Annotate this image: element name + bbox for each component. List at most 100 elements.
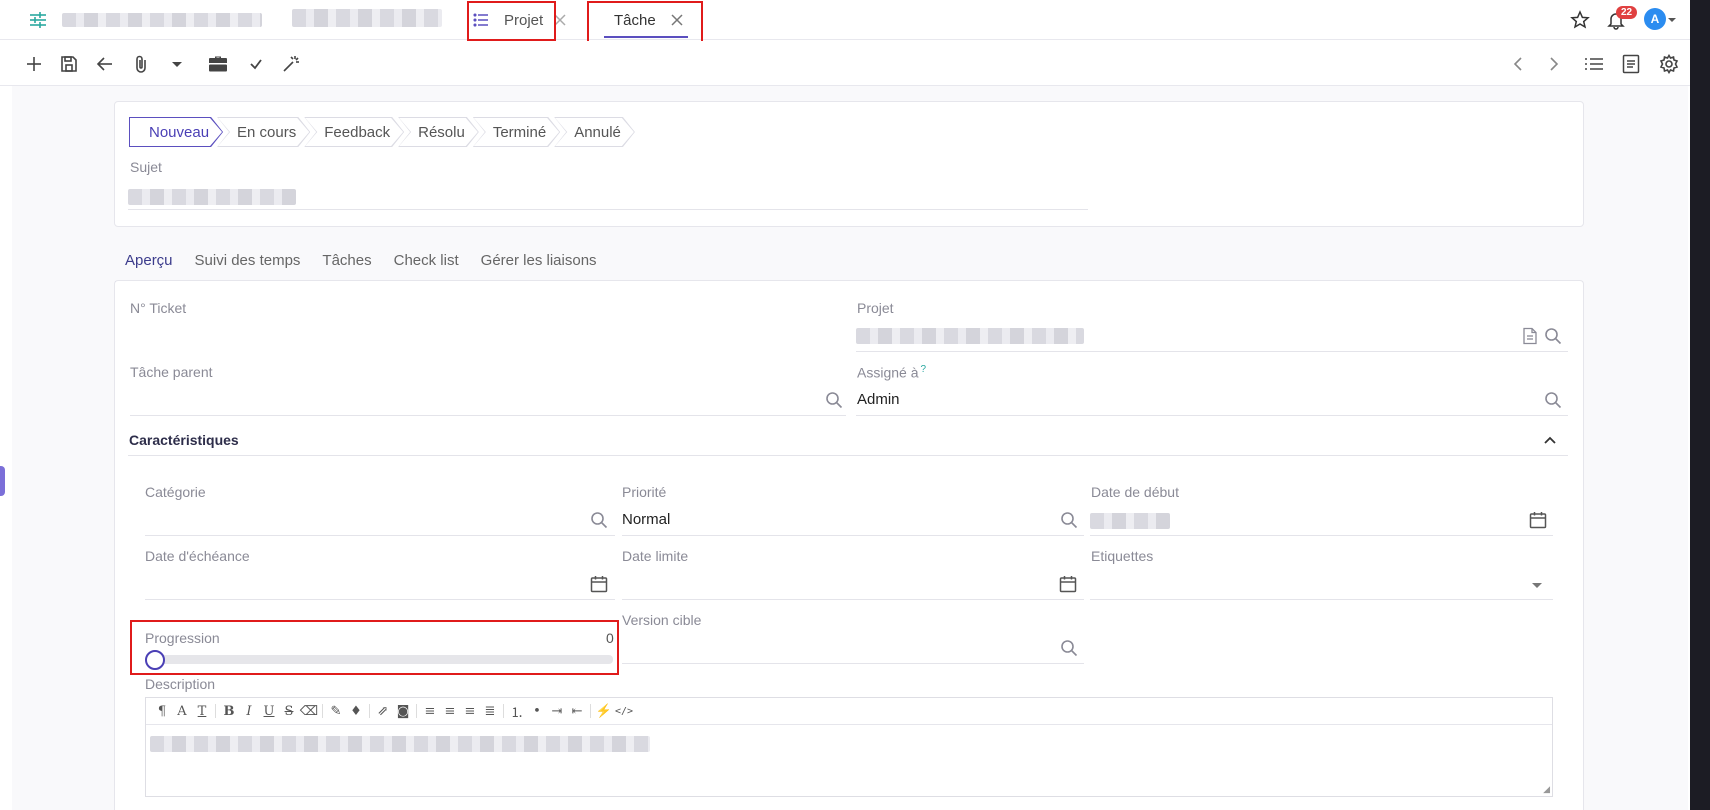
calendar-icon[interactable]	[590, 575, 608, 593]
close-icon[interactable]	[670, 13, 684, 27]
priority-value[interactable]: Normal	[622, 511, 670, 528]
indent-icon[interactable]: ⇥	[547, 704, 567, 719]
chevron-left-icon[interactable]	[1507, 53, 1529, 75]
brush-icon[interactable]: ✎	[326, 704, 346, 719]
arrow-left-icon[interactable]	[94, 53, 116, 75]
sliders-menu-icon[interactable]	[28, 10, 48, 30]
editor-toolbar: ¶ A T B I U S ⌫ ✎ ♦ ⇗ ◙ ≡ ≡ ≡ ≣ ⒈ • ⇥ ⇤ …	[146, 698, 1552, 725]
gear-icon[interactable]	[1658, 53, 1680, 75]
parent-task-label: Tâche parent	[130, 364, 213, 380]
camera-icon[interactable]: ◙	[393, 704, 413, 719]
tab-projet[interactable]: Projet	[472, 0, 567, 40]
priority-label: Priorité	[622, 484, 667, 500]
italic-icon[interactable]: I	[239, 704, 259, 719]
search-icon[interactable]	[1060, 639, 1078, 657]
underline-icon[interactable]: U	[259, 704, 279, 719]
check-icon[interactable]	[245, 53, 267, 75]
status-step-en-cours[interactable]: En cours	[217, 117, 310, 147]
project-input[interactable]	[856, 328, 1084, 344]
assigned-label: Assigné à?	[857, 364, 926, 381]
tab-projet-label: Projet	[504, 11, 544, 29]
search-icon[interactable]	[825, 391, 843, 409]
priority-underline	[622, 535, 1084, 536]
assigned-value[interactable]: Admin	[857, 391, 900, 408]
tab-tache-label: Tâche	[614, 11, 656, 29]
start-date-input[interactable]	[1090, 513, 1170, 529]
search-icon[interactable]	[1060, 511, 1078, 529]
progress-slider-track[interactable]	[145, 655, 613, 664]
status-step-label: Terminé	[492, 123, 547, 141]
outdent-icon[interactable]: ⇤	[567, 704, 587, 719]
strikethrough-icon[interactable]: S	[279, 704, 299, 719]
link-icon[interactable]: ⇗	[373, 704, 393, 719]
calendar-icon[interactable]	[1529, 511, 1547, 529]
status-step-label: Annulé	[574, 123, 621, 141]
tab-check-list[interactable]: Check list	[394, 252, 459, 280]
due-date-underline	[145, 599, 615, 600]
magic-wand-icon[interactable]: ⚡	[594, 704, 614, 719]
left-edge-handle[interactable]	[0, 466, 5, 496]
help-hint[interactable]: ?	[920, 364, 926, 375]
eraser-icon[interactable]: ⌫	[299, 704, 319, 719]
briefcase-icon[interactable]	[207, 53, 229, 75]
status-step-nouveau[interactable]: Nouveau	[129, 117, 223, 147]
description-editor[interactable]: ¶ A T B I U S ⌫ ✎ ♦ ⇗ ◙ ≡ ≡ ≡ ≣ ⒈ • ⇥ ⇤ …	[145, 697, 1553, 797]
progress-label: Progression	[145, 630, 220, 646]
magic-wand-icon[interactable]	[280, 53, 302, 75]
tab-gerer-les-liaisons[interactable]: Gérer les liaisons	[481, 252, 597, 280]
avatar[interactable]: A	[1644, 8, 1666, 30]
redacted-user-menu	[292, 9, 442, 27]
unordered-list-icon[interactable]: •	[527, 704, 547, 719]
add-icon[interactable]	[23, 53, 45, 75]
status-step-annule[interactable]: Annulé	[554, 117, 635, 147]
chevron-down-icon[interactable]	[1668, 0, 1676, 40]
status-step-label: Feedback	[324, 123, 391, 141]
code-view-icon[interactable]: </>	[614, 706, 634, 717]
status-step-termine[interactable]: Terminé	[473, 117, 560, 147]
caret-down-icon[interactable]	[166, 53, 188, 75]
font-icon[interactable]: A	[172, 704, 192, 719]
status-step-resolu[interactable]: Résolu	[398, 117, 479, 147]
tab-tache[interactable]: Tâche	[596, 0, 696, 40]
bold-icon[interactable]: B	[219, 704, 239, 719]
paperclip-icon[interactable]	[130, 53, 152, 75]
list-view-icon[interactable]	[1583, 53, 1605, 75]
status-step-label: Nouveau	[149, 123, 210, 141]
search-icon[interactable]	[1544, 327, 1562, 345]
active-tab-underline	[604, 36, 688, 38]
star-icon[interactable]	[1570, 0, 1590, 40]
description-label: Description	[145, 676, 216, 692]
ordered-list-icon[interactable]: ⒈	[507, 702, 527, 721]
document-icon[interactable]	[1521, 327, 1539, 345]
section-title-caracteristiques: Caractéristiques	[129, 432, 239, 448]
notification-count-badge: 22	[1616, 6, 1638, 19]
tab-suivi-des-temps[interactable]: Suivi des temps	[195, 252, 301, 280]
search-icon[interactable]	[590, 511, 608, 529]
align-center-icon[interactable]: ≡	[440, 704, 460, 719]
status-step-feedback[interactable]: Feedback	[304, 117, 404, 147]
resize-handle-icon[interactable]: ◢	[1543, 784, 1550, 795]
calendar-icon[interactable]	[1059, 575, 1077, 593]
search-icon[interactable]	[1544, 391, 1562, 409]
due-date-label: Date d'échéance	[145, 548, 250, 564]
align-justify-icon[interactable]: ≣	[480, 704, 500, 719]
chevron-up-icon[interactable]	[1542, 432, 1560, 450]
color-drop-icon[interactable]: ♦	[346, 704, 366, 719]
chevron-right-icon[interactable]	[1543, 53, 1565, 75]
subject-input[interactable]	[128, 189, 296, 205]
close-icon[interactable]	[553, 13, 567, 27]
align-left-icon[interactable]: ≡	[420, 704, 440, 719]
progress-slider-handle[interactable]	[145, 650, 165, 670]
caret-down-icon[interactable]	[1531, 578, 1549, 596]
form-view-icon[interactable]	[1620, 53, 1642, 75]
save-icon[interactable]	[58, 53, 80, 75]
tab-apercu[interactable]: Aperçu	[115, 252, 182, 283]
project-underline	[856, 351, 1568, 352]
paragraph-icon[interactable]: ¶	[152, 704, 172, 719]
ticket-label: N° Ticket	[130, 300, 187, 316]
clear-format-icon[interactable]: T	[192, 704, 212, 719]
status-step-label: En cours	[237, 123, 297, 141]
align-right-icon[interactable]: ≡	[460, 704, 480, 719]
form-subtabs: Aperçu Suivi des temps Tâches Check list…	[115, 252, 619, 283]
tab-taches[interactable]: Tâches	[322, 252, 371, 280]
